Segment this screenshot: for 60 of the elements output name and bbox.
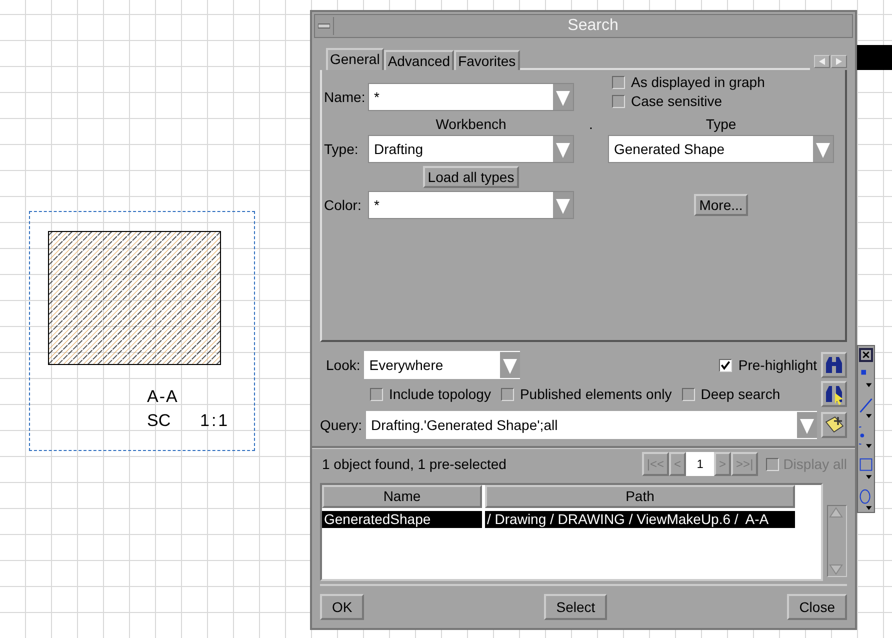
checkbox[interactable] — [370, 388, 383, 400]
page-field[interactable]: 1 — [686, 452, 714, 476]
table-cell[interactable]: GeneratedShape — [322, 511, 482, 528]
query-field[interactable]: Drafting.'Generated Shape';all — [366, 411, 817, 439]
tab[interactable]: General — [326, 48, 384, 70]
separator-dot: . — [588, 116, 594, 132]
toolbar-strip — [857, 45, 892, 70]
checkbox[interactable] — [682, 388, 695, 400]
checkbox-label: Case sensitive — [631, 93, 722, 109]
type-field[interactable]: Generated Shape — [608, 135, 834, 163]
caret-icon[interactable] — [500, 352, 520, 378]
checkbox-label: Include topology — [389, 386, 491, 402]
window-title: Search — [566, 17, 620, 35]
dialog-button[interactable]: OK — [320, 594, 364, 620]
column-heading: Type — [704, 116, 738, 132]
point-icon[interactable] — [859, 368, 873, 389]
caret-icon[interactable] — [813, 136, 833, 162]
column-header[interactable]: Path — [485, 485, 795, 508]
checkbox[interactable] — [612, 94, 625, 108]
status-text: 1 object found, 1 pre-selected — [322, 456, 506, 472]
checkbox-label: Deep search — [700, 386, 780, 402]
note-add-icon[interactable] — [821, 412, 847, 438]
close-icon[interactable] — [859, 348, 873, 362]
checkbox-label: Published elements only — [520, 386, 672, 402]
caret-icon[interactable] — [553, 192, 573, 218]
view-label: A-A — [147, 387, 178, 407]
name-field[interactable]: * — [368, 83, 574, 111]
scroll-right-icon[interactable] — [831, 55, 847, 68]
checkbox[interactable] — [612, 76, 625, 88]
field-label: Color: — [324, 197, 362, 213]
checkbox[interactable] — [719, 358, 732, 372]
workbench-field[interactable]: Drafting — [368, 135, 574, 163]
binoculars-icon[interactable] — [821, 381, 847, 407]
field-label: Query: — [320, 417, 362, 433]
column-heading: Workbench — [434, 116, 508, 132]
caret-icon[interactable] — [553, 84, 573, 110]
field-label: Type: — [324, 141, 360, 157]
scale-value: 1:1 — [200, 411, 230, 431]
minimize-icon[interactable] — [315, 17, 334, 35]
tab[interactable]: Advanced — [384, 50, 454, 70]
dialog-button[interactable]: Close — [787, 594, 847, 620]
field-label: Name: — [324, 89, 366, 105]
scroll-left-icon[interactable] — [814, 55, 830, 68]
more-button[interactable]: More... — [694, 194, 748, 216]
color-field[interactable]: * — [368, 191, 574, 219]
scale-label: SC — [147, 411, 171, 431]
checkbox[interactable] — [500, 388, 514, 400]
table-cell[interactable]: / Drawing / DRAWING / ViewMakeUp.6 / A-A — [485, 511, 795, 528]
load-all-types-button[interactable]: Load all types — [422, 166, 520, 188]
checkbox-label: Pre-highlight — [738, 357, 817, 373]
tab[interactable]: Favorites — [454, 50, 520, 70]
look-field[interactable]: Everywhere — [364, 351, 520, 379]
field-label: Look: — [326, 357, 360, 373]
column-header[interactable]: Name — [322, 485, 482, 508]
checkbox-label: As displayed in graph — [631, 74, 765, 90]
rectangle-icon[interactable] — [859, 456, 873, 482]
ellipse-icon[interactable] — [859, 487, 873, 512]
caret-icon[interactable] — [553, 136, 573, 162]
binoculars-icon[interactable] — [821, 352, 847, 378]
dialog-button[interactable]: Select — [544, 594, 608, 620]
